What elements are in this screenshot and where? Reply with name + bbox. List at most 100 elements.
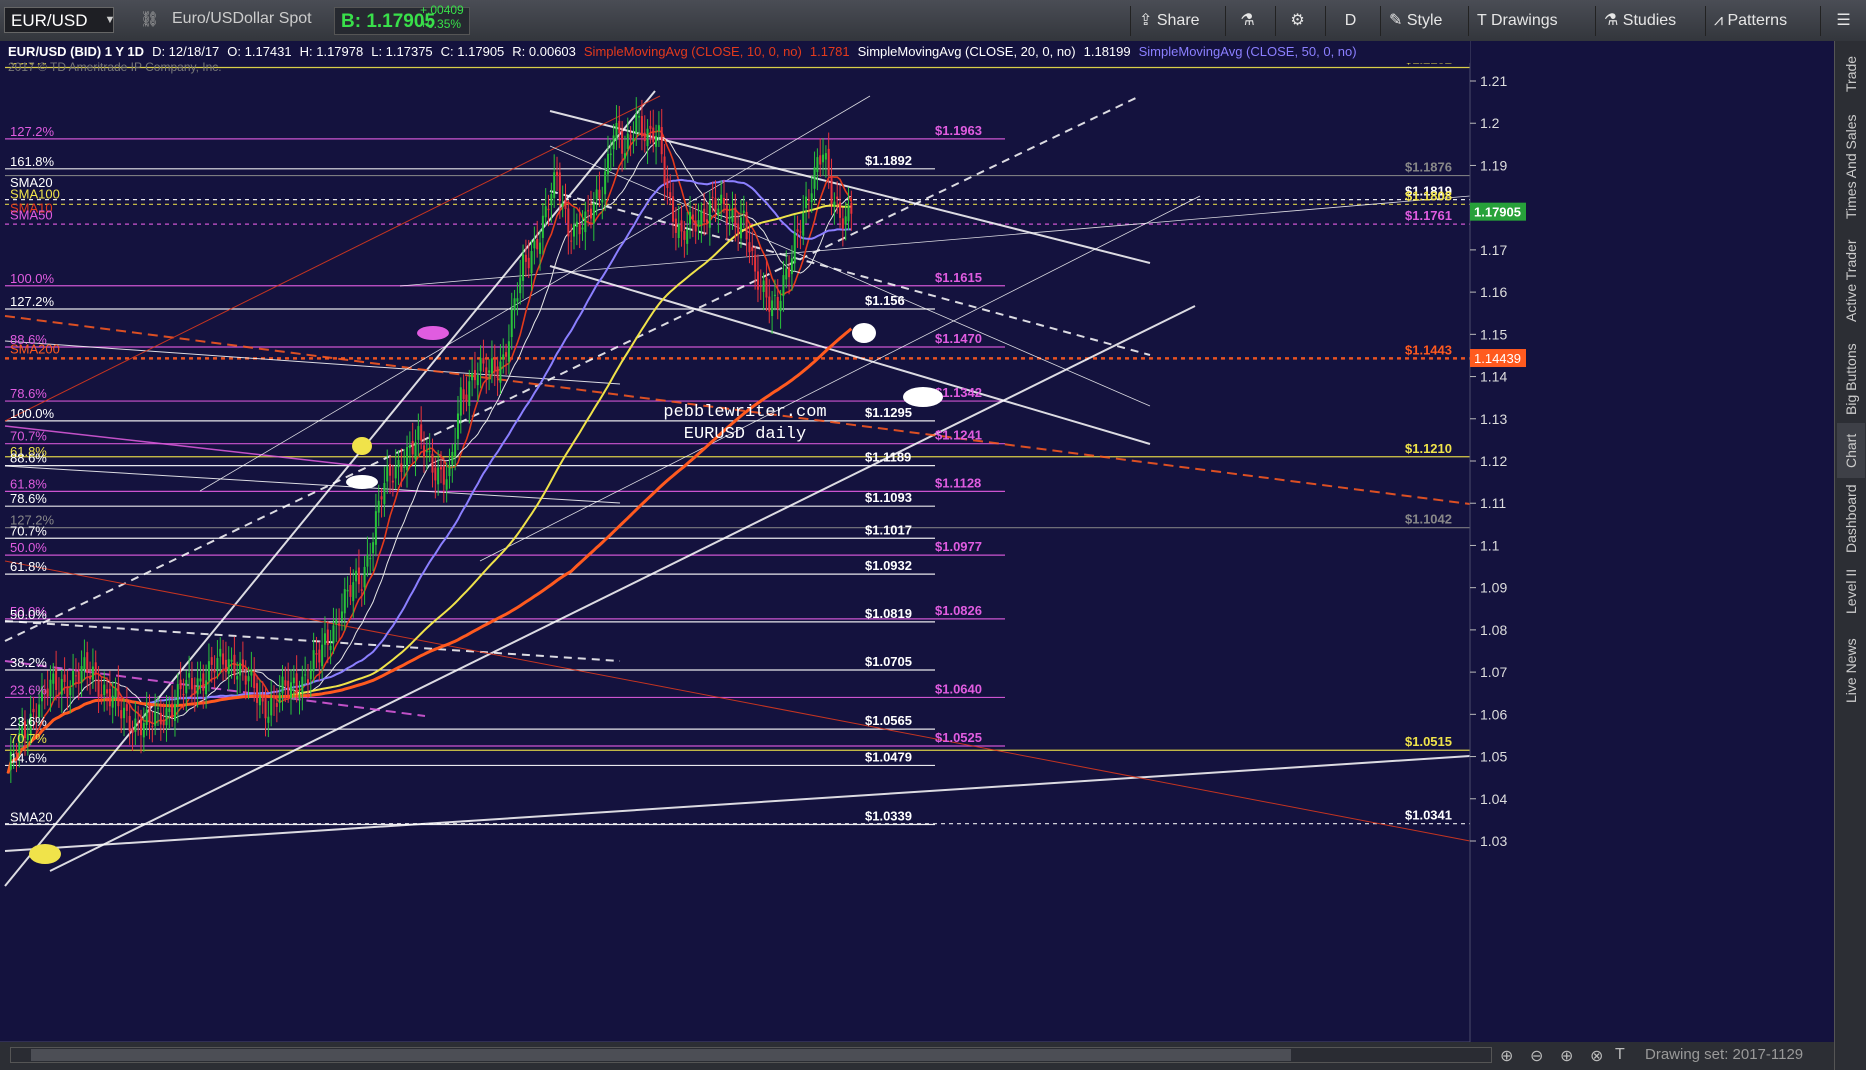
candle-body <box>222 653 225 665</box>
candle-body <box>437 467 440 485</box>
candle-body <box>819 155 822 165</box>
header-text: D: 12/18/17 <box>152 44 219 59</box>
candle-body <box>318 649 321 663</box>
candle-body <box>103 684 106 696</box>
candle-body <box>722 197 725 205</box>
candle-body <box>193 685 196 694</box>
candle-body <box>366 554 369 567</box>
price-axis-bg <box>1470 41 1834 1070</box>
level-label: $1.0819 <box>865 606 912 621</box>
candle-body <box>205 680 208 695</box>
candle-body <box>556 171 559 176</box>
candle-body <box>615 122 618 141</box>
candle-body <box>785 268 788 280</box>
candle-body <box>420 424 423 441</box>
side-tab-trade[interactable]: Trade <box>1837 49 1865 99</box>
candle-body <box>363 566 366 588</box>
side-tab-dashboard[interactable]: Dashboard <box>1837 481 1865 556</box>
candle-body <box>233 654 236 676</box>
scroll-thumb[interactable] <box>31 1049 1291 1061</box>
price-tick-label: 1.03 <box>1480 833 1507 849</box>
candle-body <box>391 480 394 483</box>
price-tick-label: 1.21 <box>1480 73 1507 89</box>
zoom-in-icon[interactable]: ⊕ <box>1500 1046 1513 1066</box>
candle-body <box>190 678 193 690</box>
symbol-input[interactable]: EUR/USD ▼ <box>4 7 115 33</box>
drawing-set[interactable]: Drawing set: 2017-1129 <box>1645 1046 1803 1063</box>
candle-body <box>742 210 745 213</box>
style-icon: ✎ <box>1389 12 1407 29</box>
side-tab-big-buttons[interactable]: Big Buttons <box>1837 339 1865 419</box>
candle-body <box>151 725 154 727</box>
flask-button[interactable]: ⚗ <box>1225 6 1269 36</box>
candle-body <box>315 653 318 655</box>
settings-button[interactable]: ⚙ <box>1275 6 1319 36</box>
menu-button[interactable]: ☰ <box>1820 6 1866 36</box>
price-chart[interactable]: $1.2132$1.1963$1.1892$1.1876$1.1819$1.18… <box>0 41 1834 1070</box>
candle-body <box>584 211 587 233</box>
side-tab-chart[interactable]: Chart <box>1837 423 1865 478</box>
side-tab-active-trader[interactable]: Active Trader <box>1837 231 1865 331</box>
candle-body <box>807 199 810 201</box>
candle-body <box>621 131 624 154</box>
candle-body <box>513 298 516 311</box>
text-tool-icon[interactable]: T <box>1615 1046 1625 1064</box>
candle-body <box>120 710 123 719</box>
fib-label: 70.7% <box>10 429 47 444</box>
candle-body <box>304 674 307 676</box>
candle-body <box>346 589 349 592</box>
candle-body <box>332 625 335 643</box>
candle-body <box>833 201 836 207</box>
candle-body <box>261 698 264 702</box>
candle-body <box>564 199 567 210</box>
candle-body <box>782 275 785 297</box>
candle-body <box>329 645 332 651</box>
candle-body <box>352 582 355 602</box>
style-button[interactable]: ✎ Style <box>1380 6 1450 36</box>
candle-body <box>400 463 403 472</box>
link-icon[interactable]: ⛓ <box>140 10 159 28</box>
fib-label: 70.7% <box>10 731 47 746</box>
candle-body <box>134 718 137 732</box>
candle-body <box>711 196 714 198</box>
candle-body <box>355 570 358 582</box>
candle-body <box>601 199 604 203</box>
candle-body <box>89 676 92 680</box>
candle-body <box>80 666 83 683</box>
fib-label: SMA100 <box>10 186 60 201</box>
side-tab-live-news[interactable]: Live News <box>1837 631 1865 711</box>
candle-body <box>527 257 530 269</box>
patterns-button[interactable]: ⩘ Patterns <box>1705 6 1795 36</box>
candle-body <box>507 341 510 362</box>
candle-body <box>52 673 55 684</box>
crosshair-icon[interactable]: ⊗ <box>1590 1046 1603 1066</box>
zoom-in-icon[interactable]: ⊕ <box>1560 1046 1573 1066</box>
zoom-out-icon[interactable]: ⊖ <box>1530 1046 1543 1066</box>
candle-body <box>125 704 128 711</box>
studies-button[interactable]: ⚗ Studies <box>1595 6 1684 36</box>
price-tick-label: 1.08 <box>1480 622 1507 638</box>
aggregation-button[interactable]: D <box>1325 6 1375 36</box>
level-label: $1.0525 <box>935 730 982 745</box>
time-scrollbar[interactable] <box>10 1047 1492 1063</box>
candle-body <box>159 712 162 725</box>
side-tab-times-and-sales[interactable]: Times And Sales <box>1837 109 1865 224</box>
share-button[interactable]: ⇪ Share <box>1130 6 1208 36</box>
side-tab-level-ii[interactable]: Level II <box>1837 561 1865 621</box>
candle-body <box>640 116 643 137</box>
patterns-label: Patterns <box>1727 12 1788 29</box>
candle-body <box>643 132 646 142</box>
candle-body <box>224 659 227 673</box>
drawings-button[interactable]: T Drawings <box>1468 6 1566 36</box>
candle-body <box>442 465 445 485</box>
candle-body <box>414 442 417 460</box>
aggregation-label: D <box>1344 12 1357 29</box>
candle-body <box>776 296 779 310</box>
chevron-down-icon[interactable]: ▼ <box>101 8 119 32</box>
watermark-title: EURUSD daily <box>684 425 806 444</box>
candle-body <box>411 440 414 455</box>
candle-body <box>502 354 505 360</box>
copyright-text: 2017 © TD Ameritrade IP Company, Inc. <box>8 60 222 74</box>
watermark-site: pebblewriter.com <box>663 403 826 422</box>
trend-line <box>549 145 1151 407</box>
